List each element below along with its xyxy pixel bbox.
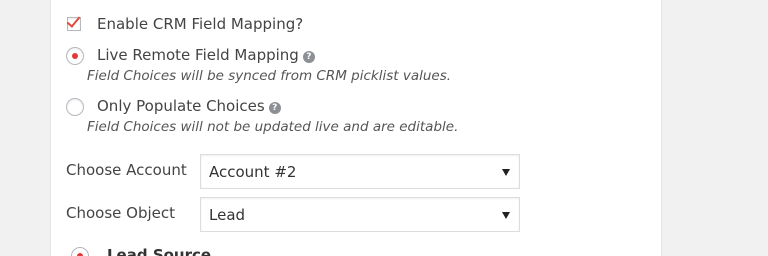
live-remote-mapping-label: Live Remote Field Mapping: [97, 46, 299, 64]
object-select-value: Lead: [209, 206, 246, 224]
only-populate-choices-description: Field Choices will not be updated live a…: [87, 119, 459, 135]
only-populate-choices-radio[interactable]: [66, 98, 84, 116]
account-select-value: Account #2: [209, 163, 297, 181]
question-circle-icon[interactable]: ?: [268, 102, 281, 114]
object-select[interactable]: Lead: [200, 197, 520, 232]
live-remote-mapping-radio[interactable]: [66, 47, 84, 65]
lead-source-label: Lead Source: [107, 246, 212, 256]
live-remote-mapping-option[interactable]: Live Remote Field Mapping?: [97, 46, 315, 64]
lead-source-radio[interactable]: [71, 247, 89, 256]
live-remote-mapping-description: Field Choices will be synced from CRM pi…: [87, 68, 452, 84]
crm-settings-panel: Enable CRM Field Mapping? Live Remote Fi…: [50, 0, 662, 256]
dropdown-arrow-icon: [502, 169, 510, 176]
radio-selected-dot: [72, 53, 78, 59]
only-populate-choices-option[interactable]: Only Populate Choices?: [97, 97, 281, 115]
checkmark-icon: [66, 13, 81, 28]
enable-crm-mapping-checkbox[interactable]: [66, 13, 81, 31]
dropdown-arrow-icon: [502, 212, 510, 219]
question-circle-icon[interactable]: ?: [302, 51, 315, 63]
choose-object-label: Choose Object: [66, 204, 175, 222]
enable-crm-mapping-label[interactable]: Enable CRM Field Mapping?: [97, 15, 303, 33]
choose-account-label: Choose Account: [66, 161, 187, 179]
account-select[interactable]: Account #2: [200, 154, 520, 189]
only-populate-choices-label: Only Populate Choices: [97, 97, 265, 115]
